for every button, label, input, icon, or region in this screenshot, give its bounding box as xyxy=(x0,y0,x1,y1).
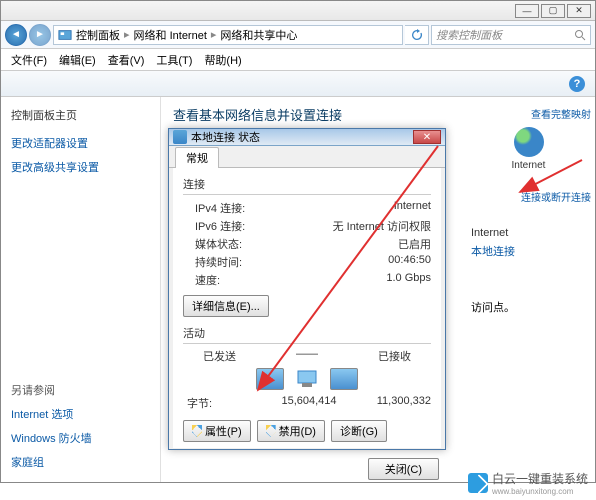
disable-button[interactable]: 禁用(D) xyxy=(257,420,325,442)
diagnose-button[interactable]: 诊断(G) xyxy=(331,420,387,442)
refresh-icon xyxy=(411,29,423,41)
watermark-url: www.baiyunxitong.com xyxy=(492,487,588,496)
search-placeholder: 搜索控制面板 xyxy=(436,27,574,43)
toolbar: ? xyxy=(1,71,595,97)
tab-general[interactable]: 常规 xyxy=(175,147,219,168)
sidebar-sharing[interactable]: 更改高级共享设置 xyxy=(11,155,150,179)
menu-file[interactable]: 文件(F) xyxy=(5,50,53,70)
watermark-brand: 白云一键重装系统 xyxy=(492,472,588,486)
bytes-label: 字节: xyxy=(183,395,268,411)
ipv4-value: Internet xyxy=(394,200,431,216)
dialog-close-button[interactable]: ✕ xyxy=(413,130,441,144)
watermark: 白云一键重装系统 www.baiyunxitong.com xyxy=(468,470,588,496)
ipv6-label: IPv6 连接: xyxy=(183,218,333,234)
net-name: Internet xyxy=(471,227,591,239)
status-dialog: 本地连接 状态 ✕ 常规 连接 IPv4 连接:Internet IPv6 连接… xyxy=(168,128,446,450)
recv-monitor-icon xyxy=(330,368,358,390)
conn-section: 连接 xyxy=(183,176,431,192)
ipv4-label: IPv4 连接: xyxy=(183,200,394,216)
dur-value: 00:46:50 xyxy=(388,254,431,270)
recv-label: 已接收 xyxy=(318,348,431,364)
network-map-right: 查看完整映射 Internet 连接或断开连接 xyxy=(466,103,591,204)
menu-view[interactable]: 查看(V) xyxy=(102,50,151,70)
minimize-button[interactable]: — xyxy=(515,4,539,18)
dialog-titlebar[interactable]: 本地连接 状态 ✕ xyxy=(169,129,445,146)
sidebar-home[interactable]: 控制面板主页 xyxy=(11,105,150,131)
forward-button[interactable]: ► xyxy=(29,24,51,46)
details-button[interactable]: 详细信息(E)... xyxy=(183,295,269,317)
sent-bytes: 15,604,414 xyxy=(268,395,349,411)
shield-icon xyxy=(192,425,202,437)
properties-button[interactable]: 属性(P) xyxy=(183,420,251,442)
connect-disconnect-link[interactable]: 连接或断开连接 xyxy=(466,189,591,204)
menu-edit[interactable]: 编辑(E) xyxy=(53,50,102,70)
maximize-button[interactable]: ▢ xyxy=(541,4,565,18)
access-point-text: 访问点。 xyxy=(471,299,591,315)
close-button[interactable]: ✕ xyxy=(567,4,591,18)
back-button[interactable]: ◄ xyxy=(5,24,27,46)
dur-label: 持续时间: xyxy=(183,254,388,270)
connection-icon xyxy=(173,130,187,144)
recv-bytes: 11,300,332 xyxy=(350,395,431,411)
path-seg-2[interactable]: 网络和 Internet xyxy=(134,27,207,43)
dialog-title: 本地连接 状态 xyxy=(191,129,260,145)
titlebar: — ▢ ✕ xyxy=(1,1,595,21)
speed-value: 1.0 Gbps xyxy=(386,272,431,288)
ipv6-value: 无 Internet 访问权限 xyxy=(333,218,431,234)
menubar: 文件(F) 编辑(E) 查看(V) 工具(T) 帮助(H) xyxy=(1,49,595,71)
sent-label: 已发送 xyxy=(183,348,296,364)
refresh-button[interactable] xyxy=(405,25,429,45)
sidebar-inet[interactable]: Internet 选项 xyxy=(11,402,150,426)
media-value: 已启用 xyxy=(398,236,431,252)
path-seg-1[interactable]: 控制面板 xyxy=(76,27,120,43)
tabstrip: 常规 xyxy=(169,146,445,168)
control-panel-icon xyxy=(58,28,72,42)
dialog-footer: 关闭(C) xyxy=(169,452,445,486)
search-icon xyxy=(574,29,586,41)
address-bar: ◄ ► 控制面板▸ 网络和 Internet▸ 网络和共享中心 搜索控制面板 xyxy=(1,21,595,49)
menu-tools[interactable]: 工具(T) xyxy=(150,50,198,70)
media-label: 媒体状态: xyxy=(183,236,398,252)
sidebar-homegroup[interactable]: 家庭组 xyxy=(11,450,150,474)
sidebar-adapter[interactable]: 更改适配器设置 xyxy=(11,131,150,155)
path-seg-3[interactable]: 网络和共享中心 xyxy=(220,27,297,43)
internet-globe-icon xyxy=(514,127,544,157)
close-button[interactable]: 关闭(C) xyxy=(368,458,439,480)
network-adapter-icon xyxy=(294,369,320,389)
speed-label: 速度: xyxy=(183,272,386,288)
help-icon[interactable]: ? xyxy=(569,76,585,92)
full-map-link[interactable]: 查看完整映射 xyxy=(466,106,591,121)
activity-section: 活动 xyxy=(183,325,431,341)
shield-icon xyxy=(266,425,276,437)
active-network: Internet 本地连接 访问点。 xyxy=(471,227,591,319)
sidebar: 控制面板主页 更改适配器设置 更改高级共享设置 另请参阅 Internet 选项… xyxy=(1,97,161,482)
menu-help[interactable]: 帮助(H) xyxy=(198,50,247,70)
sent-monitor-icon xyxy=(256,368,284,390)
local-connection-link[interactable]: 本地连接 xyxy=(471,246,515,258)
search-input[interactable]: 搜索控制面板 xyxy=(431,25,591,45)
internet-label: Internet xyxy=(466,160,591,171)
activity-graphic xyxy=(183,368,431,390)
sidebar-firewall[interactable]: Windows 防火墙 xyxy=(11,426,150,450)
dialog-body: 连接 IPv4 连接:Internet IPv6 连接:无 Internet 访… xyxy=(173,168,441,448)
sidebar-seealso: 另请参阅 xyxy=(11,378,150,402)
breadcrumb[interactable]: 控制面板▸ 网络和 Internet▸ 网络和共享中心 xyxy=(53,25,403,45)
watermark-logo-icon xyxy=(468,473,488,493)
